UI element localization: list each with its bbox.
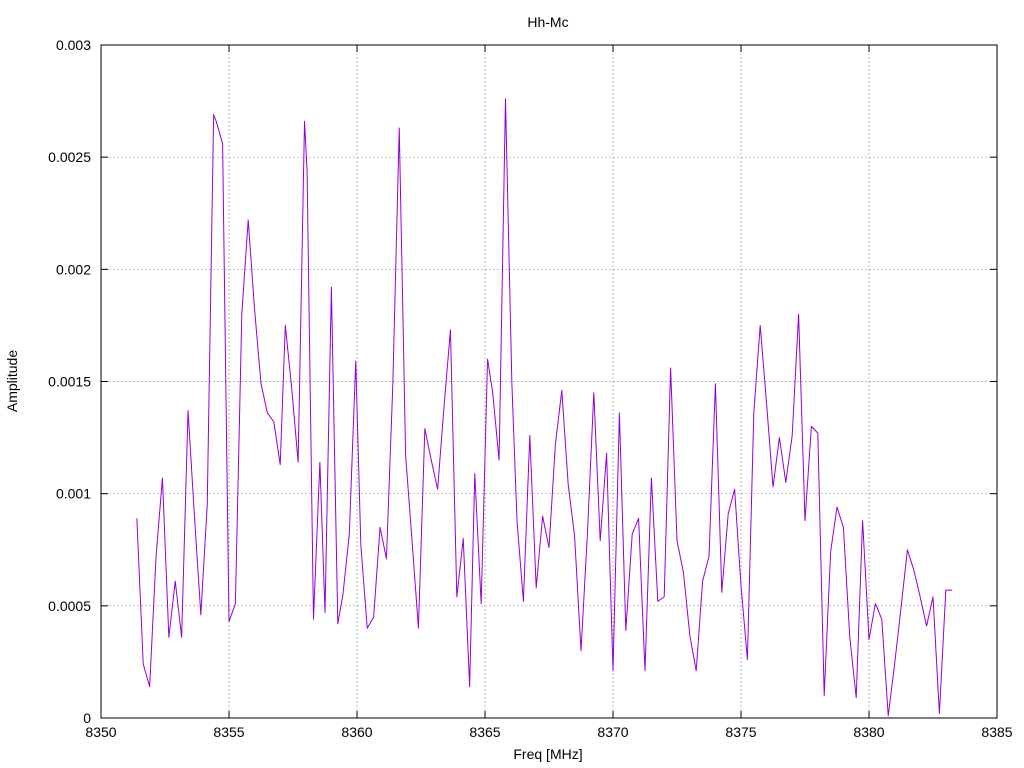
line-chart: 8350 8355 8360 8365 8370 8375 8380 8385 0 0.0005 0… — [0, 0, 1024, 768]
x-tick-label: 8350 — [85, 724, 116, 740]
x-tick-label: 8385 — [981, 724, 1012, 740]
y-tick-label: 0.002 — [56, 261, 91, 277]
x-tick-label: 8365 — [469, 724, 500, 740]
y-tick-label: 0 — [83, 710, 91, 726]
y-tick-label: 0.0005 — [48, 598, 91, 614]
x-tick-label: 8360 — [341, 724, 372, 740]
y-tick-label: 0.0015 — [48, 374, 91, 390]
x-tick-label: 8375 — [725, 724, 756, 740]
y-axis-label: Amplitude — [4, 350, 20, 412]
x-tick-label: 8370 — [597, 724, 628, 740]
x-axis-label: Freq [MHz] — [513, 746, 582, 762]
y-tick-label: 0.003 — [56, 37, 91, 53]
y-tick-label: 0.001 — [56, 486, 91, 502]
y-tick-label: 0.0025 — [48, 149, 91, 165]
chart-title: Hh-Mc — [527, 14, 568, 30]
x-tick-label: 8355 — [213, 724, 244, 740]
x-tick-label: 8380 — [853, 724, 884, 740]
